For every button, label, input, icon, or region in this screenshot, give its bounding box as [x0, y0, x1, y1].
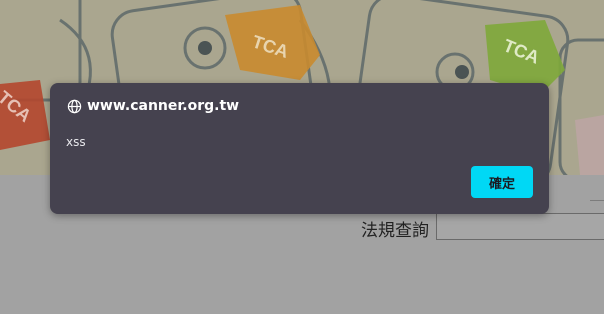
ok-button[interactable]: 確定 [471, 166, 533, 198]
dialog-origin: www.canner.org.tw [87, 98, 240, 114]
search-label: 法規查詢 [361, 221, 429, 241]
dialog-header: www.canner.org.tw [67, 98, 239, 114]
divider [590, 200, 604, 201]
search-input[interactable] [436, 213, 604, 240]
globe-icon [67, 99, 82, 114]
alert-dialog: www.canner.org.tw xss 確定 [50, 83, 549, 214]
dialog-message: xss [66, 135, 86, 149]
